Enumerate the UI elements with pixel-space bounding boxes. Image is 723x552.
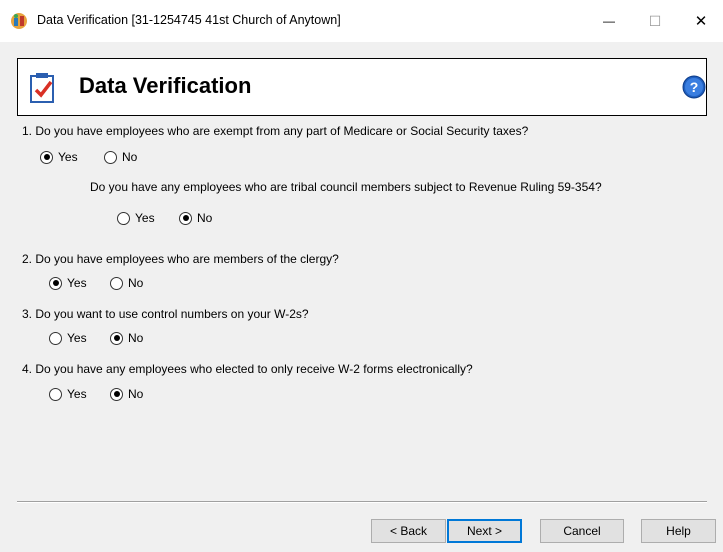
q2-no-label: No (128, 276, 144, 290)
q4-no-radio[interactable] (110, 387, 123, 401)
dialog-window: Data Verification [31-1254745 41st Churc… (0, 0, 723, 552)
q2-yes-radio[interactable] (49, 276, 62, 290)
q1sub-yes-label: Yes (135, 211, 155, 225)
q1sub-no-radio[interactable] (179, 211, 192, 225)
q2-yes-option[interactable]: Yes (49, 276, 87, 290)
next-button[interactable]: Next > (447, 519, 522, 543)
window-title: Data Verification [31-1254745 41st Churc… (37, 13, 341, 27)
q4-yes-option[interactable]: Yes (49, 387, 87, 401)
q2-yes-label: Yes (67, 276, 87, 290)
q1sub-no-label: No (197, 211, 213, 225)
title-bar[interactable]: Data Verification [31-1254745 41st Churc… (0, 0, 723, 42)
help-icon[interactable]: ? (682, 75, 706, 99)
q1-no-option[interactable]: No (104, 150, 137, 164)
q2-no-option[interactable]: No (110, 276, 143, 290)
q1sub-no-option[interactable]: No (179, 211, 212, 225)
app-icon (11, 13, 27, 29)
q1sub-yes-radio[interactable] (117, 211, 130, 225)
q3-no-option[interactable]: No (110, 331, 143, 345)
question-1-label: 1. Do you have employees who are exempt … (22, 124, 529, 138)
header-panel: Data Verification ? (17, 58, 707, 116)
maximize-button[interactable]: ☐ (632, 0, 678, 42)
q1-no-label: No (122, 150, 138, 164)
q4-yes-label: Yes (67, 387, 87, 401)
close-icon: ✕ (694, 13, 708, 30)
q2-no-radio[interactable] (110, 276, 123, 290)
footer-divider-highlight (17, 502, 707, 503)
q3-no-radio[interactable] (110, 331, 123, 345)
cancel-button[interactable]: Cancel (540, 519, 624, 543)
q1-yes-option[interactable]: Yes (40, 150, 78, 164)
q4-no-option[interactable]: No (110, 387, 143, 401)
help-button[interactable]: Help (641, 519, 716, 543)
q1-no-radio[interactable] (104, 150, 117, 164)
q4-yes-radio[interactable] (49, 387, 62, 401)
question-1-sub-label: Do you have any employees who are tribal… (90, 180, 602, 194)
q1-yes-label: Yes (58, 150, 78, 164)
minimize-button[interactable]: — (586, 0, 632, 42)
q1sub-yes-option[interactable]: Yes (117, 211, 155, 225)
svg-text:?: ? (690, 79, 699, 95)
q1-yes-radio[interactable] (40, 150, 53, 164)
maximize-icon: ☐ (648, 12, 662, 29)
q3-yes-option[interactable]: Yes (49, 331, 87, 345)
q3-yes-label: Yes (67, 331, 87, 345)
close-button[interactable]: ✕ (678, 0, 723, 42)
page-title: Data Verification (79, 73, 252, 98)
q3-no-label: No (128, 331, 144, 345)
q3-yes-radio[interactable] (49, 331, 62, 345)
question-2-label: 2. Do you have employees who are members… (22, 252, 339, 266)
back-button[interactable]: < Back (371, 519, 446, 543)
minimize-icon: — (603, 14, 615, 28)
checklist-icon (30, 73, 54, 103)
q4-no-label: No (128, 387, 144, 401)
question-4-label: 4. Do you have any employees who elected… (22, 362, 473, 376)
question-3-label: 3. Do you want to use control numbers on… (22, 307, 309, 321)
